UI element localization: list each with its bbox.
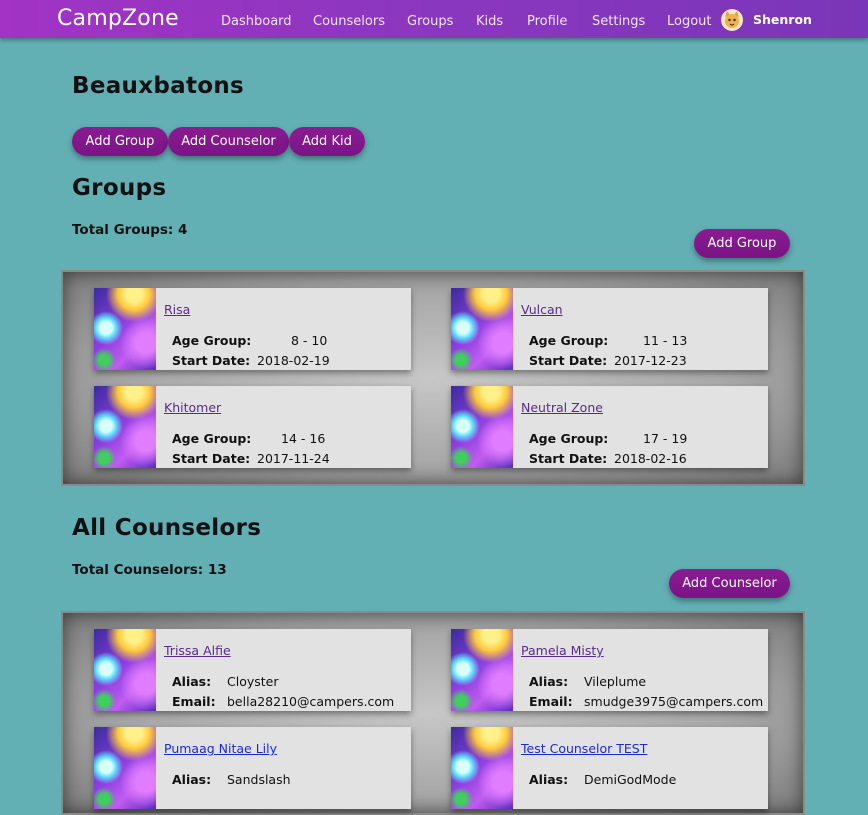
- nav-dashboard[interactable]: Dashboard: [221, 14, 292, 29]
- group-name-link[interactable]: Vulcan: [521, 302, 563, 317]
- age-group-label: Age Group:: [529, 333, 609, 348]
- group-name-link[interactable]: Khitomer: [164, 400, 221, 415]
- counselor-thumbnail: [94, 727, 156, 809]
- alias-value: Cloyster: [227, 674, 279, 689]
- start-date-value: 2018-02-19: [257, 353, 330, 368]
- add-group-button[interactable]: Add Group: [72, 127, 168, 156]
- top-navbar: CampZone Dashboard Counselors Groups Kid…: [0, 0, 868, 38]
- user-name[interactable]: Shenron: [753, 12, 812, 27]
- nav-profile[interactable]: Profile: [527, 14, 567, 29]
- email-value: bella28210@campers.com: [227, 694, 395, 709]
- counselors-total: Total Counselors: 13: [72, 562, 227, 578]
- start-date-label: Start Date:: [172, 451, 251, 466]
- add-kid-button[interactable]: Add Kid: [289, 127, 365, 156]
- counselors-add-counselor-button[interactable]: Add Counselor: [669, 569, 790, 598]
- alias-value: Vileplume: [584, 674, 647, 689]
- age-group-value: 8 - 10: [291, 333, 328, 348]
- alias-label: Alias:: [172, 772, 212, 787]
- groups-heading: Groups: [72, 175, 167, 201]
- groups-panel: Risa Age Group: 8 - 10 Start Date: 2018-…: [61, 270, 805, 486]
- group-name-link[interactable]: Risa: [164, 302, 190, 317]
- start-date-value: 2017-12-23: [614, 353, 687, 368]
- nav-settings[interactable]: Settings: [592, 14, 645, 29]
- start-date-label: Start Date:: [529, 353, 608, 368]
- counselor-thumbnail: [94, 629, 156, 711]
- add-counselor-button[interactable]: Add Counselor: [168, 127, 289, 156]
- group-name-link[interactable]: Neutral Zone: [521, 400, 603, 415]
- counselor-thumbnail: [451, 727, 513, 809]
- age-group-value: 11 - 13: [643, 333, 688, 348]
- start-date-value: 2018-02-16: [614, 451, 687, 466]
- camp-title: Beauxbatons: [72, 73, 245, 99]
- email-label: Email:: [529, 694, 573, 709]
- groups-add-group-button[interactable]: Add Group: [694, 229, 790, 258]
- alias-label: Alias:: [529, 772, 569, 787]
- alias-value: Sandslash: [227, 772, 291, 787]
- age-group-value: 14 - 16: [281, 431, 326, 446]
- counselor-card: Test Counselor TEST Alias: DemiGodMode: [451, 727, 768, 809]
- group-card: Khitomer Age Group: 14 - 16 Start Date: …: [94, 386, 411, 468]
- counselor-name-link[interactable]: Pamela Misty: [521, 643, 604, 658]
- counselor-card: Trissa Alfie Alias: Cloyster Email: bell…: [94, 629, 411, 711]
- start-date-value: 2017-11-24: [257, 451, 330, 466]
- alias-label: Alias:: [529, 674, 569, 689]
- age-group-label: Age Group:: [172, 333, 252, 348]
- group-thumbnail: [94, 288, 156, 370]
- age-group-value: 17 - 19: [643, 431, 688, 446]
- group-thumbnail: [451, 288, 513, 370]
- counselor-name-link[interactable]: Test Counselor TEST: [521, 741, 647, 756]
- counselor-name-link[interactable]: Trissa Alfie: [164, 643, 231, 658]
- age-group-label: Age Group:: [529, 431, 609, 446]
- counselor-card: Pumaag Nitae Lily Alias: Sandslash: [94, 727, 411, 809]
- group-card: Risa Age Group: 8 - 10 Start Date: 2018-…: [94, 288, 411, 370]
- email-value: smudge3975@campers.com: [584, 694, 764, 709]
- start-date-label: Start Date:: [529, 451, 608, 466]
- counselors-heading: All Counselors: [72, 515, 262, 541]
- counselors-panel: Trissa Alfie Alias: Cloyster Email: bell…: [61, 611, 805, 815]
- counselor-name-link[interactable]: Pumaag Nitae Lily: [164, 741, 277, 756]
- group-thumbnail: [94, 386, 156, 468]
- user-avatar-icon[interactable]: [721, 9, 743, 31]
- nav-counselors[interactable]: Counselors: [313, 14, 385, 29]
- alias-value: DemiGodMode: [584, 772, 677, 787]
- nav-kids[interactable]: Kids: [476, 14, 503, 29]
- groups-total: Total Groups: 4: [72, 222, 188, 238]
- counselor-thumbnail: [451, 629, 513, 711]
- group-card: Neutral Zone Age Group: 17 - 19 Start Da…: [451, 386, 768, 468]
- group-thumbnail: [451, 386, 513, 468]
- alias-label: Alias:: [172, 674, 212, 689]
- start-date-label: Start Date:: [172, 353, 251, 368]
- counselor-card: Pamela Misty Alias: Vileplume Email: smu…: [451, 629, 768, 711]
- nav-logout[interactable]: Logout: [667, 14, 712, 29]
- nav-groups[interactable]: Groups: [407, 14, 453, 29]
- age-group-label: Age Group:: [172, 431, 252, 446]
- email-label: Email:: [172, 694, 216, 709]
- brand-logo[interactable]: CampZone: [57, 6, 179, 31]
- group-card: Vulcan Age Group: 11 - 13 Start Date: 20…: [451, 288, 768, 370]
